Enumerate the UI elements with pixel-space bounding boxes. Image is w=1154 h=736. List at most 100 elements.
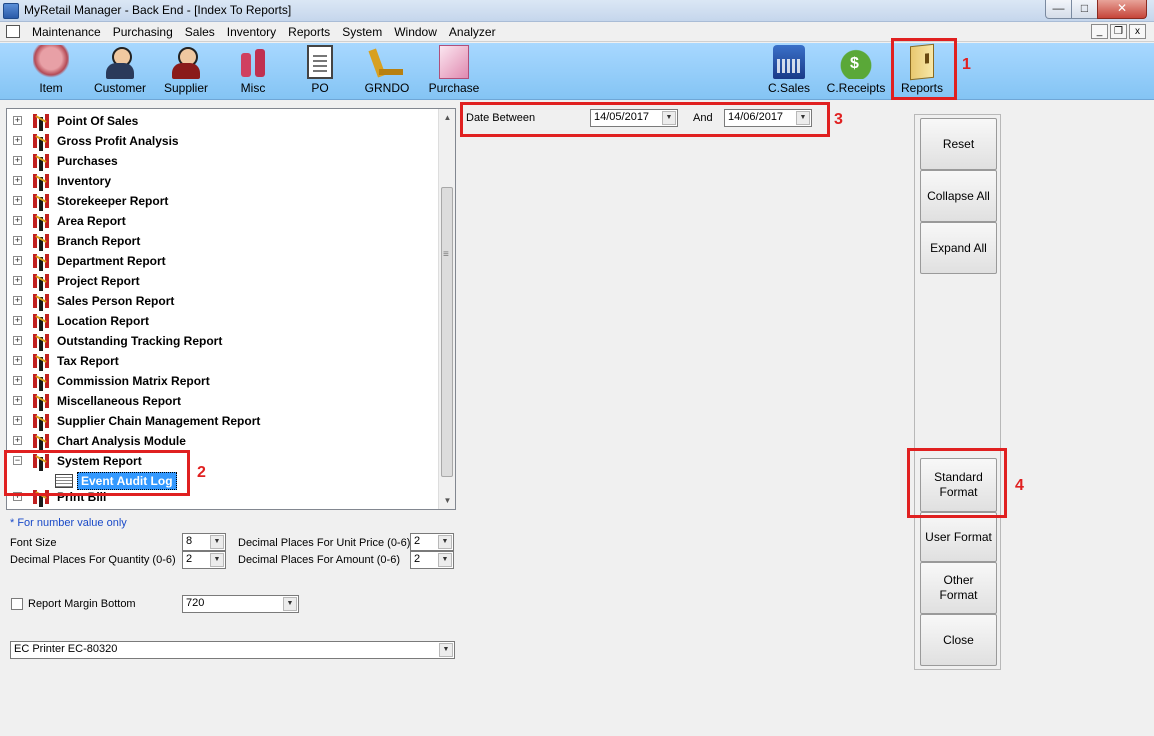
toolbar: Item Customer Supplier Misc PO GRNDO Pur…: [0, 43, 1154, 100]
tree-item-chart-analysis-module[interactable]: + Chart Analysis Module: [7, 431, 437, 451]
minimize-button[interactable]: —: [1045, 0, 1072, 19]
menu-purchasing[interactable]: Purchasing: [107, 25, 179, 39]
annotation-label-2: 2: [197, 464, 206, 481]
font-size-value: 8: [186, 535, 193, 547]
tree-item-label: Project Report: [57, 274, 140, 288]
dropdown-arrow-icon[interactable]: ▼: [283, 597, 297, 611]
expand-icon[interactable]: +: [13, 176, 22, 185]
expand-icon[interactable]: +: [13, 236, 22, 245]
annotation-box-4: [907, 448, 1007, 518]
tree-item-sales-person-report[interactable]: + Sales Person Report: [7, 291, 437, 311]
printer-select[interactable]: EC Printer EC-80320 ▼: [10, 641, 455, 659]
creceipts-button[interactable]: C.Receipts: [823, 45, 889, 97]
mdi-close-button[interactable]: x: [1129, 24, 1146, 39]
expand-icon[interactable]: +: [13, 216, 22, 225]
scroll-down-icon[interactable]: ▼: [439, 492, 455, 509]
expand-icon[interactable]: +: [13, 396, 22, 405]
tree-item-gross-profit-analysis[interactable]: + Gross Profit Analysis: [7, 131, 437, 151]
tree-item-point-of-sales[interactable]: + Point Of Sales: [7, 111, 437, 131]
tree-item-commission-matrix-report[interactable]: + Commission Matrix Report: [7, 371, 437, 391]
menu-reports[interactable]: Reports: [282, 25, 336, 39]
expand-icon[interactable]: +: [13, 376, 22, 385]
expand-icon[interactable]: +: [13, 296, 22, 305]
other-format-button[interactable]: Other Format: [920, 562, 997, 614]
menu-inventory[interactable]: Inventory: [221, 25, 282, 39]
supplier-button[interactable]: Supplier: [153, 45, 219, 97]
report-chart-icon: [33, 114, 51, 128]
expand-icon[interactable]: +: [13, 136, 22, 145]
expand-icon[interactable]: +: [13, 316, 22, 325]
expand-icon[interactable]: +: [13, 356, 22, 365]
expand-icon[interactable]: +: [13, 256, 22, 265]
tree-item-label: Commission Matrix Report: [57, 374, 210, 388]
document-icon[interactable]: [6, 25, 20, 38]
dp-amount-value: 2: [414, 553, 421, 565]
customer-button[interactable]: Customer: [87, 45, 153, 97]
expand-all-button[interactable]: Expand All: [920, 222, 997, 274]
close-button[interactable]: Close: [920, 614, 997, 666]
dropdown-arrow-icon[interactable]: ▼: [438, 535, 452, 549]
tree-item-label: Supplier Chain Management Report: [57, 414, 261, 428]
csales-button[interactable]: C.Sales: [756, 45, 822, 97]
tree-item-label: Outstanding Tracking Report: [57, 334, 223, 348]
tree-item-department-report[interactable]: + Department Report: [7, 251, 437, 271]
report-chart-icon: [33, 214, 51, 228]
font-size-select[interactable]: 8 ▼: [182, 533, 226, 551]
tree-item-area-report[interactable]: + Area Report: [7, 211, 437, 231]
margin-bottom-select[interactable]: 720 ▼: [182, 595, 299, 613]
menu-analyzer[interactable]: Analyzer: [443, 25, 502, 39]
reset-button[interactable]: Reset: [920, 118, 997, 170]
scroll-up-icon[interactable]: ▲: [439, 109, 455, 126]
mdi-restore-button[interactable]: ❐: [1110, 24, 1127, 39]
dropdown-arrow-icon[interactable]: ▼: [210, 553, 224, 567]
expand-icon[interactable]: +: [13, 416, 22, 425]
grndo-button[interactable]: GRNDO: [354, 45, 420, 97]
report-chart-icon: [33, 414, 51, 428]
dropdown-arrow-icon[interactable]: ▼: [210, 535, 224, 549]
po-button[interactable]: PO: [287, 45, 353, 97]
report-chart-icon: [33, 374, 51, 388]
expand-icon[interactable]: +: [13, 156, 22, 165]
expand-icon[interactable]: +: [13, 336, 22, 345]
scroll-thumb[interactable]: [441, 187, 453, 477]
tree-item-supplier-chain-management-report[interactable]: + Supplier Chain Management Report: [7, 411, 437, 431]
tree-item-project-report[interactable]: + Project Report: [7, 271, 437, 291]
user-format-button[interactable]: User Format: [920, 512, 997, 562]
tree-item-branch-report[interactable]: + Branch Report: [7, 231, 437, 251]
item-button[interactable]: Item: [18, 45, 84, 97]
close-window-button[interactable]: ✕: [1097, 0, 1147, 19]
expand-icon[interactable]: +: [13, 116, 22, 125]
dp-amount-select[interactable]: 2 ▼: [410, 551, 454, 569]
csales-label: C.Sales: [767, 81, 811, 95]
tree-item-tax-report[interactable]: + Tax Report: [7, 351, 437, 371]
margin-bottom-checkbox[interactable]: [11, 598, 23, 610]
tree-scrollbar[interactable]: ▲ ≡ ▼: [438, 109, 455, 509]
mdi-minimize-button[interactable]: _: [1091, 24, 1108, 39]
tree-item-storekeeper-report[interactable]: + Storekeeper Report: [7, 191, 437, 211]
tree-item-outstanding-tracking-report[interactable]: + Outstanding Tracking Report: [7, 331, 437, 351]
annotation-box-2: [4, 450, 190, 496]
menu-system[interactable]: System: [336, 25, 388, 39]
menu-maintenance[interactable]: Maintenance: [26, 25, 107, 39]
collapse-all-button[interactable]: Collapse All: [920, 170, 997, 222]
report-chart-icon: [33, 154, 51, 168]
tree-item-miscellaneous-report[interactable]: + Miscellaneous Report: [7, 391, 437, 411]
menu-window[interactable]: Window: [388, 25, 443, 39]
expand-icon[interactable]: +: [13, 276, 22, 285]
purchase-button[interactable]: Purchase: [421, 45, 487, 97]
dp-qty-select[interactable]: 2 ▼: [182, 551, 226, 569]
report-chart-icon: [33, 314, 51, 328]
expand-icon[interactable]: +: [13, 436, 22, 445]
expand-icon[interactable]: +: [13, 196, 22, 205]
maximize-button[interactable]: □: [1071, 0, 1098, 19]
tree-item-inventory[interactable]: + Inventory: [7, 171, 437, 191]
dp-amount-label: Decimal Places For Amount (0-6): [238, 554, 400, 566]
misc-button[interactable]: Misc: [220, 45, 286, 97]
purchase-icon: [439, 45, 469, 79]
dp-unit-select[interactable]: 2 ▼: [410, 533, 454, 551]
tree-item-location-report[interactable]: + Location Report: [7, 311, 437, 331]
tree-item-purchases[interactable]: + Purchases: [7, 151, 437, 171]
dropdown-arrow-icon[interactable]: ▼: [438, 553, 452, 567]
menu-sales[interactable]: Sales: [179, 25, 221, 39]
dropdown-arrow-icon[interactable]: ▼: [439, 643, 453, 657]
